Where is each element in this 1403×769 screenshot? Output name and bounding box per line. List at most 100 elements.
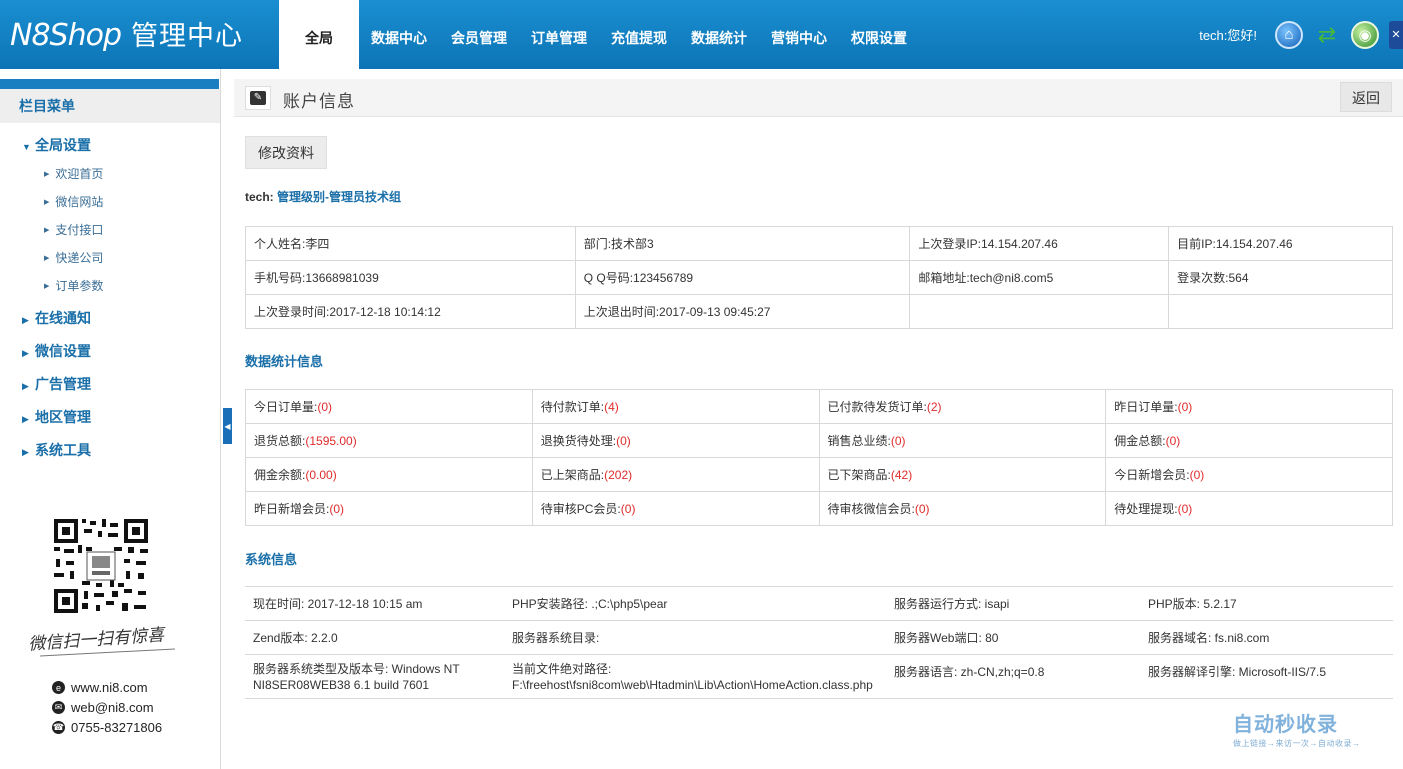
watermark-title: 自动秒收录	[1233, 714, 1338, 736]
stat-value: (2)	[926, 400, 942, 414]
home-icon[interactable]: ⌂	[1275, 20, 1303, 49]
nav-tab-permissions[interactable]: 权限设置	[839, 0, 919, 69]
field-value: 564	[1228, 271, 1249, 285]
web-icon: e	[52, 681, 65, 694]
field-label: 邮箱地址:	[918, 271, 970, 285]
sidebar-accent-bar	[0, 79, 219, 89]
stat-cell: 待审核PC会员:(0)	[531, 491, 820, 526]
stat-value: (42)	[890, 468, 913, 482]
table-row: 上次登录时间:2017-12-18 10:14:12 上次退出时间:2017-0…	[245, 294, 1393, 329]
sidebar: 栏目菜单 ▼ 全局设置 ▶ 欢迎首页 ▶ 微信网站 ▶ 支付接口 ▶ 快递公司 ▶ 订单参数…	[0, 69, 221, 769]
stat-label: 已上架商品:	[540, 468, 605, 482]
nav-tab-statistics[interactable]: 数据统计	[679, 0, 759, 69]
field-value: 123456789	[633, 271, 694, 285]
sidebar-group-label: 地区管理	[35, 409, 91, 425]
sidebar-group-global-settings[interactable]: ▼ 全局设置	[0, 127, 220, 160]
bullet-icon: ▶	[44, 198, 50, 206]
field-value: 李四	[305, 237, 330, 251]
table-row: 服务器系统类型及版本号: Windows NT NI8SER08WEB38 6.…	[245, 654, 1393, 699]
stat-value: (0)	[317, 400, 333, 414]
stat-label: 待处理提现:	[1114, 502, 1178, 516]
stat-cell: 待审核微信会员:(0)	[818, 491, 1107, 526]
logo-brand: N8Shop	[10, 18, 122, 53]
table-cell: 手机号码:13668981039	[245, 260, 576, 295]
field-value: tech@ni8.com5	[969, 271, 1054, 285]
sidebar-collapse-toggle[interactable]: ◀	[223, 408, 232, 444]
sidebar-item-label: 订单参数	[55, 279, 104, 293]
stat-cell: 今日新增会员:(0)	[1105, 457, 1393, 492]
logo: N8Shop 管理中心	[10, 14, 243, 53]
back-button[interactable]: 返回	[1340, 82, 1392, 112]
table-row: 今日订单量:(0) 待付款订单:(4) 已付款待发货订单:(2) 昨日订单量:(…	[245, 389, 1393, 424]
exit-icon[interactable]: ✕	[1389, 20, 1403, 49]
sidebar-group-ads[interactable]: ▶ 广告管理	[0, 366, 220, 399]
edit-profile-button[interactable]: 修改资料	[245, 136, 327, 169]
nav-tab-recharge[interactable]: 充值提现	[599, 0, 679, 69]
stat-label: 佣金余额:	[254, 468, 306, 482]
stat-cell: 销售总业绩:(0)	[818, 423, 1107, 458]
contact-email-text: web@ni8.com	[71, 700, 154, 715]
stat-label: 已下架商品:	[827, 468, 891, 482]
bullet-icon: ▶	[44, 170, 50, 178]
sidebar-group-regions[interactable]: ▶ 地区管理	[0, 399, 220, 432]
stat-label: 佣金总额:	[1114, 434, 1166, 448]
stat-value: (4)	[604, 400, 619, 414]
table-cell: 个人姓名:李四	[245, 226, 576, 261]
sidebar-group-wechat[interactable]: ▶ 微信设置	[0, 333, 220, 366]
sys-cell: PHP安装路径: .;C:\php5\pear	[504, 586, 886, 621]
stat-cell: 已上架商品:(202)	[531, 457, 820, 492]
contact-phone-text: 0755-83271806	[71, 720, 163, 735]
table-row: 退货总额:(1595.00) 退换货待处理:(0) 销售总业绩:(0) 佣金总额…	[245, 423, 1393, 458]
stat-label: 已付款待发货订单:	[827, 400, 927, 414]
bullet-icon: ▶	[44, 282, 50, 290]
stat-value: (1595.00)	[305, 434, 357, 448]
sys-cell: 服务器域名: fs.ni8.com	[1140, 620, 1393, 655]
stat-value: (202)	[604, 468, 633, 482]
qr-code	[52, 517, 150, 615]
table-row: 手机号码:13668981039 Q Q号码:123456789 邮箱地址:te…	[245, 260, 1393, 295]
sidebar-item-payment[interactable]: ▶ 支付接口	[0, 216, 220, 244]
contact-phone: ☎ 0755-83271806	[52, 720, 162, 735]
nav-tab-members[interactable]: 会员管理	[439, 0, 519, 69]
nav-tab-global[interactable]: 全局	[279, 0, 359, 69]
collapse-left-icon: ◀	[224, 421, 231, 431]
sidebar-item-wechat-site[interactable]: ▶ 微信网站	[0, 188, 220, 216]
mail-icon: ✉	[52, 701, 65, 714]
table-row: 个人姓名:李四 部门:技术部3 上次登录IP:14.154.207.46 目前I…	[245, 226, 1393, 261]
sidebar-group-tools[interactable]: ▶ 系统工具	[0, 432, 220, 465]
contact-email: ✉ web@ni8.com	[52, 700, 154, 715]
sys-cell: 服务器语言: zh-CN,zh;q=0.8	[886, 654, 1140, 699]
table-cell: 目前IP:14.154.207.46	[1168, 226, 1393, 261]
stat-value: (0)	[914, 502, 930, 516]
field-label: 个人姓名:	[254, 237, 306, 251]
nav-tab-data-center[interactable]: 数据中心	[359, 0, 439, 69]
edit-icon: ✎	[245, 86, 271, 110]
sidebar-item-label: 欢迎首页	[55, 167, 104, 181]
table-cell: 上次登录时间:2017-12-18 10:14:12	[245, 294, 576, 329]
stat-label: 今日新增会员:	[1114, 468, 1190, 482]
sidebar-item-label: 支付接口	[55, 223, 104, 237]
table-row: 现在时间: 2017-12-18 10:15 am PHP安装路径: .;C:\…	[245, 586, 1393, 621]
account-info-table: 个人姓名:李四 部门:技术部3 上次登录IP:14.154.207.46 目前I…	[245, 226, 1393, 329]
nav-tab-orders[interactable]: 订单管理	[519, 0, 599, 69]
sys-cell: 服务器Web端口: 80	[886, 620, 1140, 655]
user-role: 管理级别-管理员技术组	[277, 190, 402, 204]
nav-tab-marketing[interactable]: 营销中心	[759, 0, 839, 69]
sidebar-item-order-params[interactable]: ▶ 订单参数	[0, 272, 220, 300]
stat-label: 待付款订单:	[540, 400, 605, 414]
globe-icon[interactable]: ◉	[1351, 20, 1379, 49]
field-label: 目前IP:	[1177, 237, 1216, 251]
stat-cell: 已下架商品:(42)	[818, 457, 1107, 492]
swap-icon[interactable]: ⇄	[1313, 21, 1341, 49]
table-cell: 邮箱地址:tech@ni8.com5	[909, 260, 1170, 295]
sidebar-item-courier[interactable]: ▶ 快递公司	[0, 244, 220, 272]
field-value: 14.154.207.46	[981, 237, 1058, 251]
sys-cell: 当前文件绝对路径: F:\freehost\fsni8com\web\Htadm…	[504, 654, 886, 699]
stat-value: (0)	[1177, 400, 1193, 414]
stat-cell: 佣金总额:(0)	[1105, 423, 1393, 458]
stat-value: (0)	[890, 434, 906, 448]
stat-label: 待审核微信会员:	[827, 502, 915, 516]
sidebar-group-notifications[interactable]: ▶ 在线通知	[0, 300, 220, 333]
stat-value: (0)	[329, 502, 345, 516]
sidebar-item-label: 微信网站	[55, 195, 104, 209]
